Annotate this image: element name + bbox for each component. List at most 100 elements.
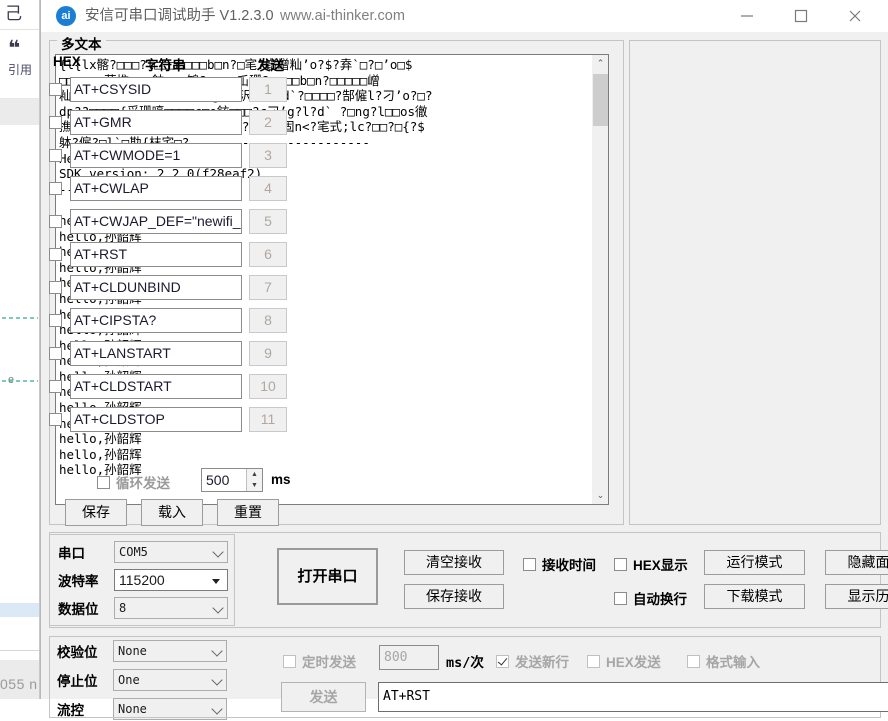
- window-client-area: 接收 {l{lx髂?□□□?l□□□□□□□b□n?□宒?嶷嶒籼’o?$?弆`□…: [41, 32, 888, 720]
- multitext-command-input[interactable]: AT+CWJAP_DEF="newifi_: [70, 209, 242, 234]
- show-history-button[interactable]: 显示历史: [825, 584, 888, 609]
- multitext-command-input[interactable]: AT+CWMODE=1: [70, 143, 242, 168]
- databits-row[interactable]: 数据位 8: [58, 596, 228, 620]
- scroll-down-icon[interactable]: ⌄: [592, 487, 609, 504]
- multitext-send-button[interactable]: 11: [249, 407, 287, 432]
- timed-send-option[interactable]: 定时发送: [283, 651, 356, 671]
- timed-send-checkbox[interactable]: [283, 654, 296, 668]
- serial-port-row[interactable]: 串口 COM5: [58, 540, 228, 564]
- receive-time-checkbox[interactable]: [523, 557, 536, 571]
- serial-port-select[interactable]: COM5: [114, 541, 228, 563]
- multitext-send-button[interactable]: 6: [249, 242, 287, 267]
- multitext-row: AT+CSYSID 1: [49, 77, 287, 102]
- baudrate-select[interactable]: 115200: [114, 569, 228, 591]
- backdrop-top-bar: 己: [0, 0, 40, 30]
- stepper-down-icon[interactable]: ▼: [247, 480, 262, 491]
- download-mode-button[interactable]: 下载模式: [704, 584, 805, 609]
- baudrate-label: 波特率: [58, 574, 99, 589]
- hex-display-option[interactable]: HEX显示: [614, 554, 688, 574]
- multitext-send-button[interactable]: 7: [249, 275, 287, 300]
- multitext-command-input[interactable]: AT+CLDSTART: [70, 374, 242, 399]
- multitext-command-input[interactable]: AT+CSYSID: [70, 77, 242, 102]
- load-multitext-button[interactable]: 载入: [141, 499, 203, 526]
- reset-multitext-button[interactable]: 重置: [217, 499, 279, 526]
- multitext-hex-checkbox[interactable]: [49, 347, 62, 360]
- multitext-hex-checkbox[interactable]: [49, 314, 62, 327]
- loop-send-label: 循环发送: [116, 476, 170, 491]
- format-input-option[interactable]: 格式输入: [687, 651, 760, 671]
- send-newline-checkbox[interactable]: [496, 654, 509, 668]
- multitext-command-input[interactable]: AT+CLDSTOP: [70, 407, 242, 432]
- multitext-command-input[interactable]: AT+RST: [70, 242, 242, 267]
- multitext-row: AT+CWJAP_DEF="newifi_ 5: [49, 209, 287, 234]
- format-input-checkbox[interactable]: [687, 654, 700, 668]
- open-port-button[interactable]: 打开串口: [277, 548, 378, 605]
- multitext-row: AT+CLDSTOP 11: [49, 407, 287, 432]
- column-header-string: 字符串: [145, 58, 186, 73]
- multitext-send-button[interactable]: 3: [249, 143, 287, 168]
- vendor-url: www.ai-thinker.com: [280, 8, 405, 24]
- window-title: 安信可串口调试助手 V1.2.3.0: [85, 8, 274, 24]
- format-input-label: 格式输入: [706, 655, 760, 670]
- receive-time-option[interactable]: 接收时间: [523, 554, 596, 574]
- multitext-send-button[interactable]: 4: [249, 176, 287, 201]
- column-header-hex: HEX: [53, 54, 81, 69]
- hide-panel-button[interactable]: 隐藏面板: [825, 550, 888, 575]
- multitext-row: AT+CWLAP 4: [49, 176, 287, 201]
- auto-wrap-option[interactable]: 自动换行: [614, 588, 687, 608]
- multitext-command-input[interactable]: AT+CWLAP: [70, 176, 242, 201]
- multitext-command-input[interactable]: AT+CIPSTA?: [70, 308, 242, 333]
- loop-send-option[interactable]: 循环发送: [97, 472, 170, 492]
- save-multitext-button[interactable]: 保存: [65, 499, 127, 526]
- baudrate-row[interactable]: 波特率 115200: [58, 568, 228, 592]
- databits-select[interactable]: 8: [114, 597, 228, 619]
- multitext-send-button[interactable]: 10: [249, 374, 287, 399]
- multitext-command-input[interactable]: AT+GMR: [70, 110, 242, 135]
- multitext-hex-checkbox[interactable]: [49, 149, 62, 162]
- multitext-row: AT+CWMODE=1 3: [49, 143, 287, 168]
- multitext-hex-checkbox[interactable]: [49, 413, 62, 426]
- auto-wrap-checkbox[interactable]: [614, 591, 627, 605]
- multitext-hex-checkbox[interactable]: [49, 182, 62, 195]
- multitext-hex-checkbox[interactable]: [49, 215, 62, 228]
- scrollbar-thumb[interactable]: [593, 74, 608, 126]
- quote-icon: ❝: [8, 37, 20, 60]
- multitext-command-input[interactable]: AT+LANSTART: [70, 341, 242, 366]
- multitext-send-button[interactable]: 9: [249, 341, 287, 366]
- minimize-button[interactable]: [724, 0, 770, 32]
- chevron-down-icon: [212, 546, 224, 558]
- timed-interval-input[interactable]: 800: [379, 645, 439, 670]
- multitext-panel: [629, 40, 881, 525]
- multitext-send-button[interactable]: 2: [249, 110, 287, 135]
- multitext-send-button[interactable]: 5: [249, 209, 287, 234]
- stepper-up-icon[interactable]: ▲: [247, 469, 262, 480]
- scroll-up-icon[interactable]: ⌃: [592, 55, 609, 72]
- loop-send-checkbox[interactable]: [97, 475, 110, 489]
- hex-send-label: HEX发送: [606, 655, 661, 670]
- multitext-command-input[interactable]: AT+CLDUNBIND: [70, 275, 242, 300]
- clear-receive-button[interactable]: 清空接收: [404, 550, 504, 575]
- multitext-send-button[interactable]: 1: [249, 77, 287, 102]
- loop-interval-stepper[interactable]: 500 ▲ ▼: [201, 468, 263, 492]
- maximize-button[interactable]: [778, 0, 824, 32]
- app-logo-icon: ai: [56, 6, 76, 26]
- close-button[interactable]: [832, 0, 878, 32]
- hex-send-checkbox[interactable]: [587, 654, 600, 668]
- multitext-hex-checkbox[interactable]: [49, 281, 62, 294]
- stepper-buttons[interactable]: ▲ ▼: [246, 469, 262, 491]
- multitext-hex-checkbox[interactable]: [49, 116, 62, 129]
- send-input[interactable]: AT+RST: [378, 682, 888, 712]
- hex-display-checkbox[interactable]: [614, 557, 627, 571]
- multitext-send-button[interactable]: 8: [249, 308, 287, 333]
- send-newline-option[interactable]: 发送新行: [496, 651, 569, 671]
- multitext-hex-checkbox[interactable]: [49, 248, 62, 261]
- send-button[interactable]: 发送: [281, 682, 366, 712]
- save-receive-button[interactable]: 保存接收: [404, 584, 504, 609]
- multitext-row: AT+LANSTART 9: [49, 341, 287, 366]
- multitext-hex-checkbox[interactable]: [49, 380, 62, 393]
- hex-send-option[interactable]: HEX发送: [587, 651, 661, 671]
- loop-interval-value[interactable]: 500: [202, 469, 246, 491]
- multitext-hex-checkbox[interactable]: [49, 83, 62, 96]
- run-mode-button[interactable]: 运行模式: [704, 550, 805, 575]
- receive-scrollbar[interactable]: ⌃ ⌄: [591, 55, 608, 504]
